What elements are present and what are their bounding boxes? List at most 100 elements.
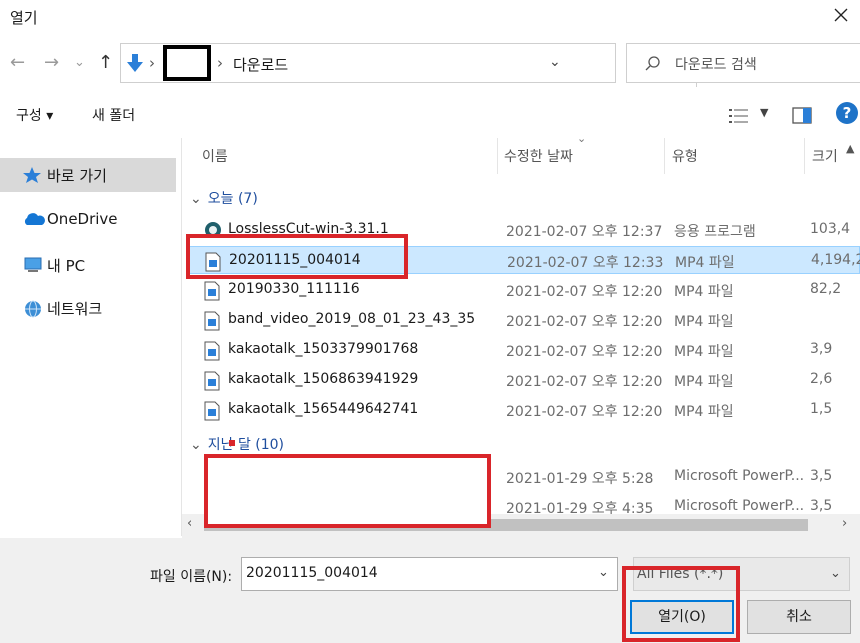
file-row[interactable]: kakaotalk_1565449642741 2021-02-07 오후 12… <box>188 396 860 424</box>
open-button[interactable]: 열기(O) <box>630 600 734 634</box>
group-header-last-month[interactable]: ⌄ 지난 달 (10) <box>190 434 284 454</box>
file-type: Microsoft PowerP... <box>674 468 805 484</box>
title-bar: 열기 <box>0 0 860 34</box>
scroll-right-icon[interactable]: › <box>842 516 847 531</box>
redacted-area <box>205 455 490 527</box>
search-icon <box>645 56 660 71</box>
close-icon[interactable] <box>828 2 854 28</box>
column-divider[interactable] <box>664 138 665 174</box>
file-type: MP4 파일 <box>675 255 735 271</box>
download-folder-icon <box>127 54 143 72</box>
star-icon <box>23 167 41 183</box>
nav-item-label: 내 PC <box>47 257 86 275</box>
file-name: 20190330_111116 <box>228 281 360 297</box>
file-date: 2021-02-07 오후 12:20 <box>506 314 663 330</box>
file-name: kakaotalk_1503379901768 <box>228 341 419 357</box>
column-header-date[interactable]: 수정한 날짜 <box>504 146 573 166</box>
organize-button[interactable]: 구성 ▾ <box>16 105 53 125</box>
file-type: MP4 파일 <box>674 314 734 330</box>
file-type: Microsoft PowerP... <box>674 498 805 514</box>
forward-arrow-icon[interactable]: → <box>44 52 59 74</box>
up-arrow-icon[interactable]: ↑ <box>98 52 113 74</box>
chevron-down-icon: ⌄ <box>190 191 202 207</box>
new-folder-button[interactable]: 새 폴더 <box>92 105 135 125</box>
filter-dropdown-icon: ⌄ <box>830 566 841 581</box>
breadcrumb-separator-icon: › <box>217 54 223 72</box>
column-header-type[interactable]: 유형 <box>672 146 698 166</box>
scroll-left-icon[interactable]: ‹ <box>187 516 192 531</box>
column-header-size[interactable]: 크기 <box>812 146 838 166</box>
breadcrumb-current[interactable]: 다운로드 <box>233 54 288 75</box>
file-row[interactable]: band_video_2019_08_01_23_43_35 2021-02-0… <box>188 306 860 334</box>
file-size: 1,5 <box>810 401 833 417</box>
file-date: 2021-02-07 오후 12:20 <box>506 374 663 390</box>
file-name: 20201115_004014 <box>229 252 361 268</box>
column-divider[interactable] <box>804 138 805 174</box>
sort-caret-icon: ⌄ <box>577 138 587 145</box>
file-type: MP4 파일 <box>674 374 734 390</box>
nav-item-label: 바로 가기 <box>47 167 107 185</box>
app-icon <box>205 222 221 238</box>
cloud-icon <box>24 213 45 225</box>
file-row-selected[interactable]: 20201115_004014 2021-02-07 오후 12:33 MP4 … <box>188 246 860 274</box>
file-size: 4,194,2 <box>811 252 860 268</box>
chevron-down-icon: ⌄ <box>190 437 202 453</box>
column-divider[interactable] <box>497 138 498 174</box>
nav-item-label: OneDrive <box>47 210 118 228</box>
breadcrumb-separator-icon: › <box>149 54 155 72</box>
nav-item-network[interactable]: 네트워크 <box>0 291 176 325</box>
file-type: MP4 파일 <box>674 284 734 300</box>
help-icon[interactable]: ? <box>836 102 858 124</box>
navigation-pane: 바로 가기 OneDrive 내 PC 네트워크 <box>0 138 181 538</box>
file-name: band_video_2019_08_01_23_43_35 <box>228 311 476 327</box>
window-title: 열기 <box>10 9 38 27</box>
video-file-icon <box>204 281 220 301</box>
network-icon <box>25 300 41 318</box>
filename-input[interactable]: 20201115_004014 <box>241 557 618 591</box>
filename-dropdown-icon[interactable]: ⌄ <box>598 565 609 580</box>
view-options-chevron-icon[interactable]: ▼ <box>760 106 768 119</box>
file-date: 2021-02-07 오후 12:20 <box>506 344 663 360</box>
file-date: 2021-02-07 오후 12:33 <box>507 255 664 271</box>
file-date: 2021-01-29 오후 5:28 <box>506 471 654 487</box>
video-file-icon <box>205 252 221 272</box>
file-type: MP4 파일 <box>674 344 734 360</box>
recent-locations-chevron-icon[interactable]: ⌄ <box>74 52 85 74</box>
nav-item-onedrive[interactable]: OneDrive <box>0 203 176 237</box>
file-type: 응용 프로그램 <box>674 224 756 240</box>
vertical-scroll-up-icon[interactable]: ▲ <box>846 142 854 155</box>
file-type-filter[interactable]: All Files (*.*) ⌄ <box>633 557 850 591</box>
nav-item-this-pc[interactable]: 내 PC <box>0 248 176 282</box>
file-row[interactable]: kakaotalk_1503379901768 2021-02-07 오후 12… <box>188 336 860 364</box>
file-size: 82,2 <box>810 281 842 297</box>
file-date: 2021-02-07 오후 12:20 <box>506 284 663 300</box>
file-name: kakaotalk_1506863941929 <box>228 371 419 387</box>
file-row[interactable]: LosslessCut-win-3.31.1 2021-02-07 오후 12:… <box>188 216 860 244</box>
computer-icon <box>24 257 42 272</box>
footer-pane: 파일 이름(N): 20201115_004014 ⌄ All Files (*… <box>0 538 860 643</box>
preview-pane-icon[interactable] <box>792 107 812 125</box>
group-label: 오늘 (7) <box>207 191 258 207</box>
view-options-icon[interactable] <box>728 107 750 125</box>
video-file-icon <box>204 401 220 421</box>
file-name: kakaotalk_1565449642741 <box>228 401 419 417</box>
cancel-button[interactable]: 취소 <box>747 600 851 634</box>
search-placeholder: 다운로드 검색 <box>675 57 757 73</box>
filter-value: All Files (*.*) <box>637 566 724 582</box>
file-size: 3,5 <box>810 498 833 514</box>
address-bar[interactable]: › › 다운로드 ⌄ <box>120 43 725 87</box>
file-row[interactable]: 20190330_111116 2021-02-07 오후 12:20 MP4 … <box>188 276 860 304</box>
address-history-chevron-icon[interactable]: ⌄ <box>549 54 561 70</box>
video-file-icon <box>204 341 220 361</box>
toolbar: 구성 ▾ 새 폴더 ▼ ? <box>0 96 860 136</box>
nav-item-quick-access[interactable]: 바로 가기 <box>0 158 176 192</box>
search-input[interactable]: 다운로드 검색 <box>626 43 860 83</box>
nav-item-label: 네트워크 <box>47 300 103 318</box>
group-header-today[interactable]: ⌄ 오늘 (7) <box>190 188 258 208</box>
address-row: ← → ⌄ ↑ › › 다운로드 ⌄ 다운로드 검색 <box>0 40 860 88</box>
file-row[interactable]: kakaotalk_1506863941929 2021-02-07 오후 12… <box>188 366 860 394</box>
file-type: MP4 파일 <box>674 404 734 420</box>
file-size: 103,4 <box>810 221 851 237</box>
column-header-name[interactable]: 이름 <box>202 146 228 166</box>
back-arrow-icon[interactable]: ← <box>10 52 25 74</box>
